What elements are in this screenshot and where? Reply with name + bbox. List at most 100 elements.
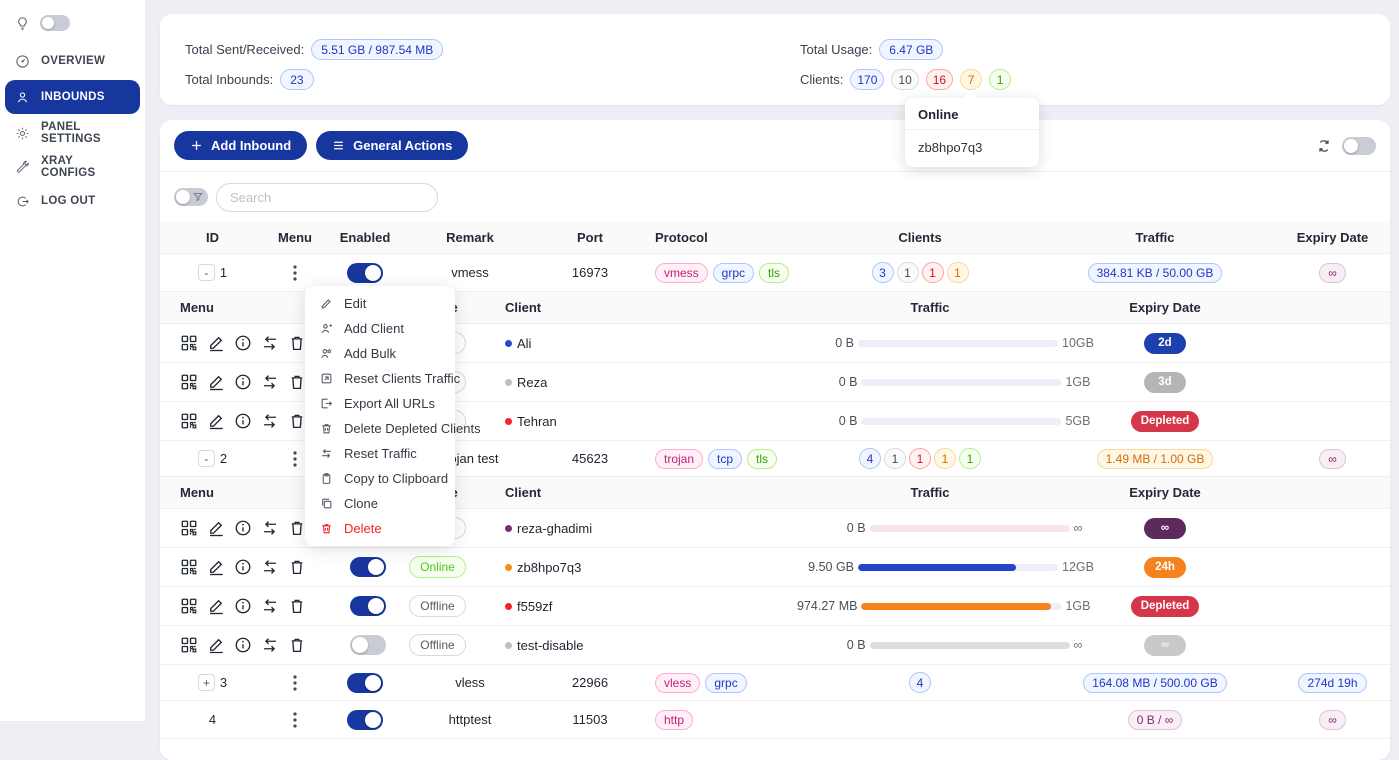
row-menu-button[interactable] <box>287 263 303 283</box>
delete-icon[interactable] <box>288 636 306 654</box>
menu-item-delete[interactable]: Delete <box>305 516 455 541</box>
client-name: Reza <box>517 375 547 390</box>
menu-item-add-bulk[interactable]: Add Bulk <box>305 341 455 366</box>
menu-lines-icon <box>332 139 345 152</box>
reset-traffic-icon[interactable] <box>261 636 279 654</box>
menu-item-reset-traffic[interactable]: Reset Traffic <box>305 441 455 466</box>
clients-count-total[interactable]: 170 <box>850 69 884 90</box>
qr-code-icon[interactable] <box>180 373 198 391</box>
client-enabled-toggle[interactable] <box>350 635 386 655</box>
inbound-remark: vmess <box>405 265 535 280</box>
edit-icon[interactable] <box>207 636 225 654</box>
inbound-enabled-toggle[interactable] <box>347 263 383 283</box>
clients-count-online[interactable]: 1 <box>989 69 1011 90</box>
clients-label: Clients: <box>800 72 843 87</box>
client-count-badge: 1 <box>909 448 931 469</box>
client-count-badge: 1 <box>934 448 956 469</box>
menu-item-clone[interactable]: Clone <box>305 491 455 516</box>
info-icon[interactable] <box>234 334 252 352</box>
edit-icon[interactable] <box>207 519 225 537</box>
menu-item-copy-to-clipboard[interactable]: Copy to Clipboard <box>305 466 455 491</box>
reset-traffic-icon[interactable] <box>261 597 279 615</box>
info-icon[interactable] <box>234 597 252 615</box>
delete-icon[interactable] <box>288 519 306 537</box>
reset-traffic-icon[interactable] <box>261 373 279 391</box>
row-menu-button[interactable] <box>287 449 303 469</box>
auto-refresh-toggle[interactable] <box>1342 137 1376 155</box>
client-name: reza-ghadimi <box>517 521 592 536</box>
sidebar-item-inbounds[interactable]: INBOUNDS <box>5 80 140 114</box>
reset-traffic-icon[interactable] <box>261 412 279 430</box>
info-icon[interactable] <box>234 519 252 537</box>
qr-code-icon[interactable] <box>180 558 198 576</box>
sidebar-item-label: PANEL SETTINGS <box>41 121 130 145</box>
delete-icon[interactable] <box>288 334 306 352</box>
delete-icon[interactable] <box>288 373 306 391</box>
client-traffic-used: 0 B <box>778 521 866 535</box>
delete-icon[interactable] <box>288 558 306 576</box>
refresh-icon[interactable] <box>1316 138 1332 154</box>
inbound-context-menu: Edit Add Client Add Bulk Reset Clients T… <box>305 286 455 546</box>
inbound-remark: vless <box>405 675 535 690</box>
delete-icon[interactable] <box>288 597 306 615</box>
collapse-row-button[interactable]: - <box>198 264 215 281</box>
edit-icon[interactable] <box>207 373 225 391</box>
edit-icon[interactable] <box>207 558 225 576</box>
inbound-row: 4 httptest 11503 http 0 B / ∞ ∞ <box>160 701 1390 739</box>
general-actions-button[interactable]: General Actions <box>316 131 468 160</box>
qr-code-icon[interactable] <box>180 597 198 615</box>
filter-toggle[interactable] <box>174 188 208 206</box>
inbound-remark: httptest <box>405 712 535 727</box>
trash-icon <box>320 422 333 435</box>
client-traffic-used: 974.27 MB <box>769 599 857 613</box>
info-icon[interactable] <box>234 558 252 576</box>
qr-code-icon[interactable] <box>180 636 198 654</box>
menu-item-add-client[interactable]: Add Client <box>305 316 455 341</box>
info-icon[interactable] <box>234 636 252 654</box>
collapse-row-button[interactable]: - <box>198 450 215 467</box>
theme-toggle[interactable] <box>40 15 70 31</box>
add-inbound-button[interactable]: Add Inbound <box>174 131 307 160</box>
reset-traffic-icon[interactable] <box>261 334 279 352</box>
add-bulk-icon <box>320 347 333 360</box>
sidebar-item-overview[interactable]: OVERVIEW <box>5 46 140 76</box>
info-icon[interactable] <box>234 412 252 430</box>
sidebar-item-xray-configs[interactable]: XRAY CONFIGS <box>5 152 140 182</box>
client-traffic-bar <box>861 379 1061 386</box>
client-enabled-toggle[interactable] <box>350 596 386 616</box>
delete-icon[interactable] <box>288 412 306 430</box>
menu-item-edit[interactable]: Edit <box>305 291 455 316</box>
inbound-enabled-toggle[interactable] <box>347 710 383 730</box>
clients-count-depleted[interactable]: 16 <box>926 69 953 90</box>
client-traffic-used: 0 B <box>769 375 857 389</box>
clients-count-default[interactable]: 10 <box>891 69 918 90</box>
expand-row-button[interactable]: + <box>198 674 215 691</box>
qr-code-icon[interactable] <box>180 412 198 430</box>
menu-item-export-all-urls[interactable]: Export All URLs <box>305 391 455 416</box>
edit-icon[interactable] <box>207 597 225 615</box>
qr-code-icon[interactable] <box>180 334 198 352</box>
client-expiry-badge: 2d <box>1144 333 1186 354</box>
inbound-enabled-toggle[interactable] <box>347 673 383 693</box>
edit-icon[interactable] <box>207 334 225 352</box>
client-enabled-toggle[interactable] <box>350 557 386 577</box>
client-count-badge: 4 <box>909 672 931 693</box>
row-menu-button[interactable] <box>287 710 303 730</box>
reset-traffic-icon[interactable] <box>261 519 279 537</box>
clients-count-expiring[interactable]: 7 <box>960 69 982 90</box>
edit-icon[interactable] <box>207 412 225 430</box>
search-input[interactable] <box>216 183 438 212</box>
info-icon[interactable] <box>234 373 252 391</box>
protocol-tag: vmess <box>655 263 708 283</box>
col-header-port: Port <box>535 230 645 245</box>
menu-item-delete-depleted-clients[interactable]: Delete Depleted Clients <box>305 416 455 441</box>
qr-code-icon[interactable] <box>180 519 198 537</box>
sidebar-item-logout[interactable]: LOG OUT <box>5 186 140 216</box>
menu-item-reset-clients-traffic[interactable]: Reset Clients Traffic <box>305 366 455 391</box>
sidebar: OVERVIEW INBOUNDS PANEL SETTINGS XRAY CO… <box>0 0 145 721</box>
overview-icon <box>15 54 30 69</box>
sidebar-item-panel-settings[interactable]: PANEL SETTINGS <box>5 118 140 148</box>
client-count-badge: 1 <box>922 262 944 283</box>
reset-traffic-icon[interactable] <box>261 558 279 576</box>
row-menu-button[interactable] <box>287 673 303 693</box>
